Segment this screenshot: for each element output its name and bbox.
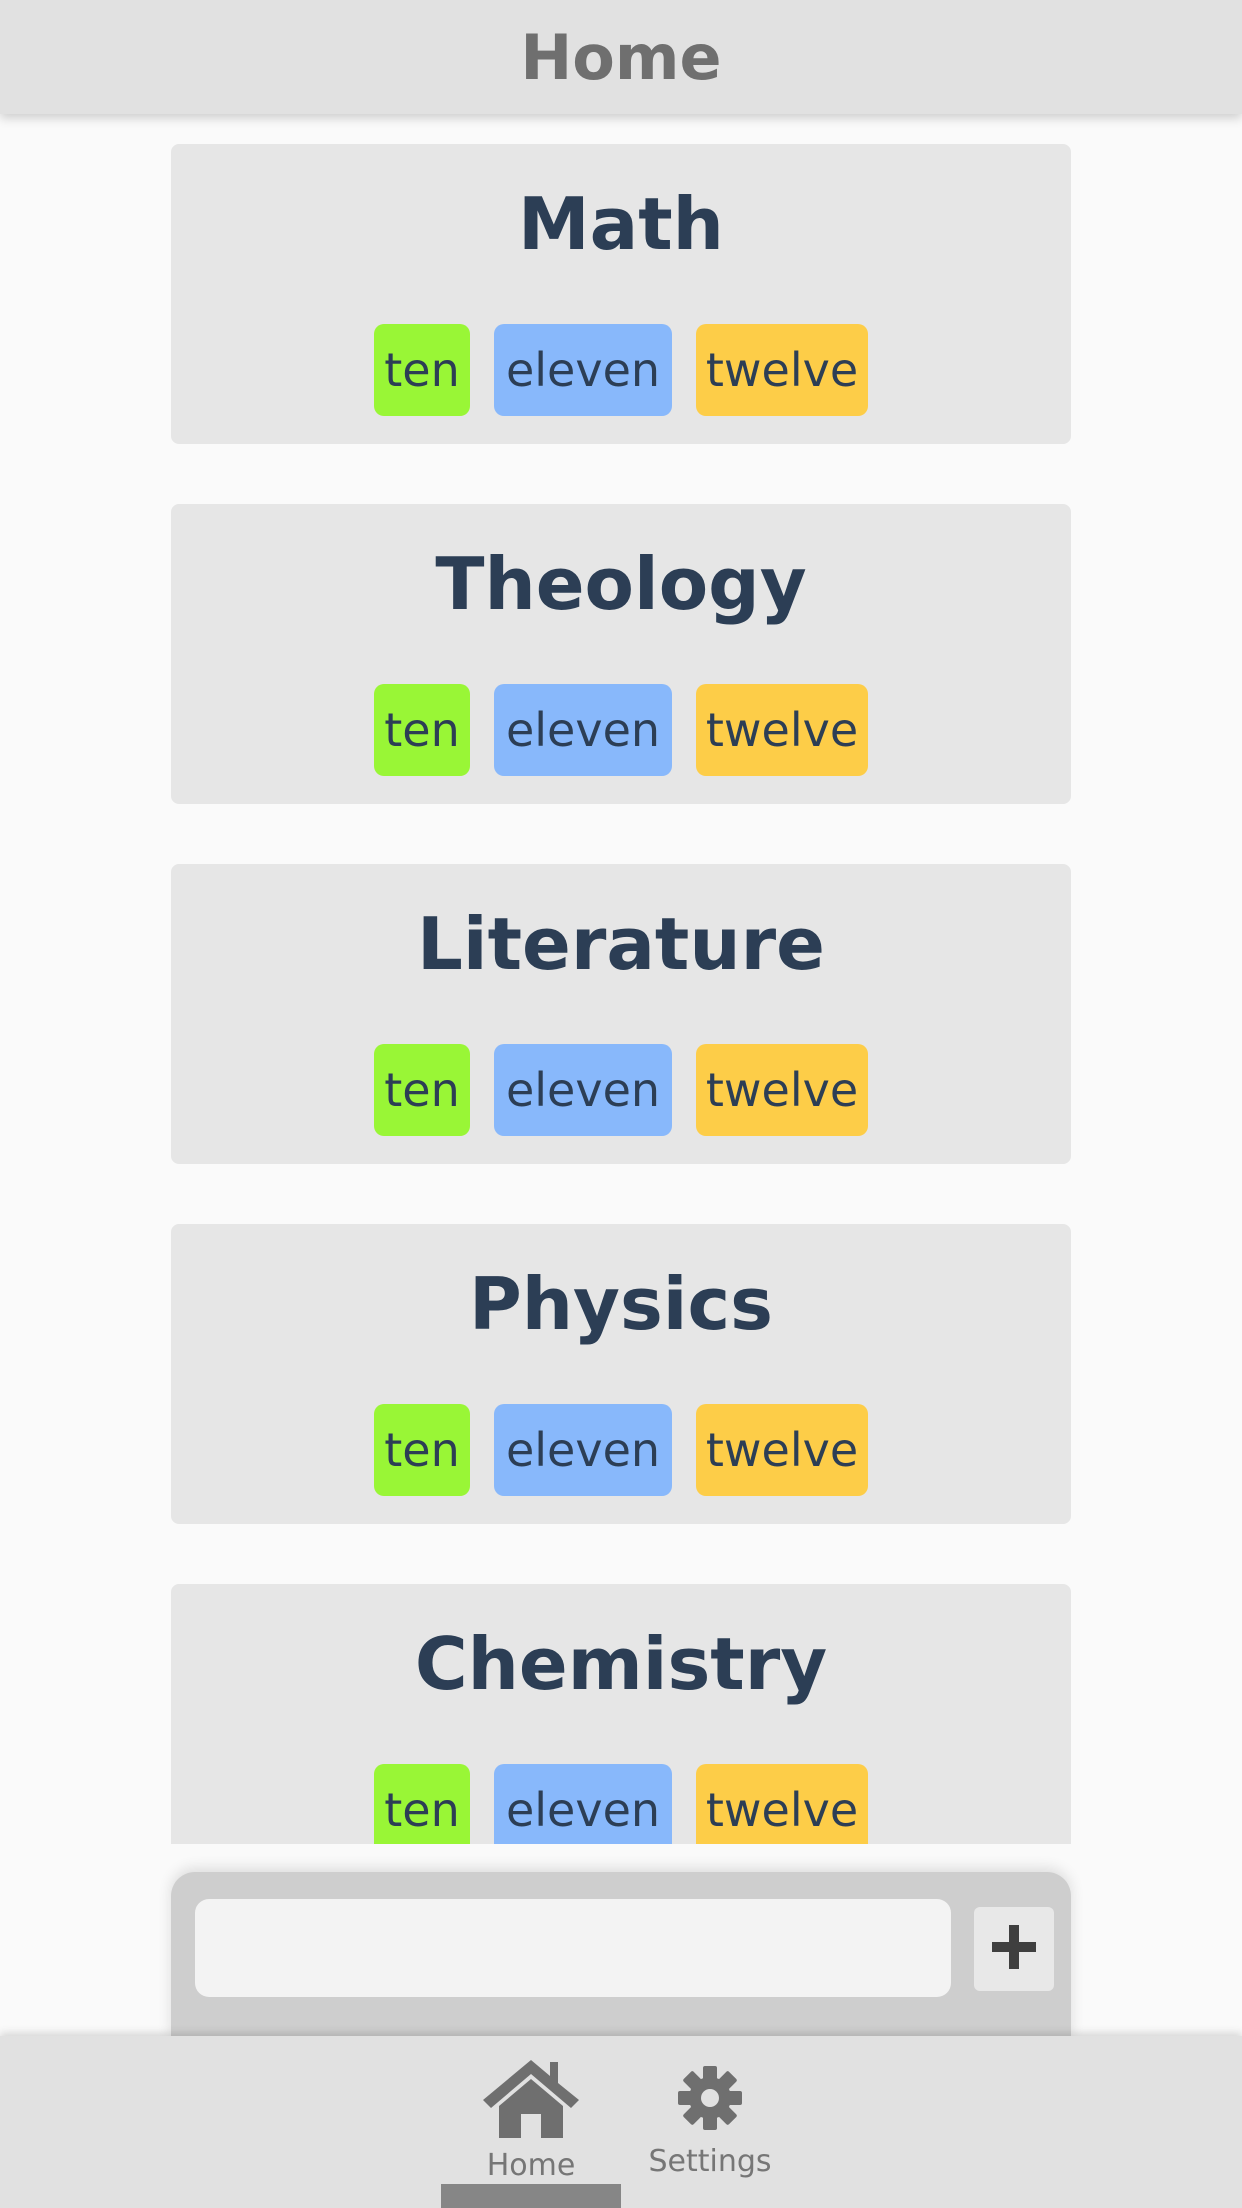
subject-title: Theology: [435, 542, 807, 626]
grade-tag-eleven[interactable]: eleven: [494, 324, 672, 416]
gear-icon: [677, 2056, 743, 2140]
grade-tags: ten eleven twelve: [171, 1764, 1071, 1844]
subject-card-physics[interactable]: Physics ten eleven twelve: [171, 1224, 1071, 1524]
nav-item-home[interactable]: Home: [481, 2056, 581, 2183]
add-subject-panel: [171, 1872, 1071, 2042]
home-icon: [481, 2056, 581, 2144]
grade-tag-ten[interactable]: ten: [374, 1404, 470, 1496]
subject-card-theology[interactable]: Theology ten eleven twelve: [171, 504, 1071, 804]
plus-icon: [989, 1922, 1039, 1976]
grade-tag-twelve[interactable]: twelve: [696, 1404, 868, 1496]
nav-label-settings: Settings: [648, 2144, 772, 2179]
grade-tag-ten[interactable]: ten: [374, 684, 470, 776]
grade-tag-ten[interactable]: ten: [374, 1044, 470, 1136]
grade-tag-eleven[interactable]: eleven: [494, 684, 672, 776]
page-title: Home: [520, 20, 722, 94]
app-header: Home: [0, 0, 1242, 114]
grade-tags: ten eleven twelve: [171, 1404, 1071, 1496]
bottom-navigation: Home Settings: [0, 2036, 1242, 2208]
grade-tag-twelve[interactable]: twelve: [696, 684, 868, 776]
subject-title: Chemistry: [414, 1622, 828, 1706]
grade-tag-eleven[interactable]: eleven: [494, 1764, 672, 1844]
subject-title: Math: [518, 182, 724, 266]
nav-label-home: Home: [486, 2148, 576, 2183]
grade-tags: ten eleven twelve: [171, 1044, 1071, 1136]
new-subject-input[interactable]: [195, 1899, 951, 1997]
grade-tag-ten[interactable]: ten: [374, 324, 470, 416]
nav-item-settings[interactable]: Settings: [645, 2056, 775, 2179]
grade-tags: ten eleven twelve: [171, 324, 1071, 416]
grade-tag-twelve[interactable]: twelve: [696, 1044, 868, 1136]
subject-card-chemistry[interactable]: Chemistry ten eleven twelve: [171, 1584, 1071, 1844]
grade-tag-twelve[interactable]: twelve: [696, 1764, 868, 1844]
grade-tag-twelve[interactable]: twelve: [696, 324, 868, 416]
active-tab-indicator: [441, 2184, 621, 2208]
grade-tag-ten[interactable]: ten: [374, 1764, 470, 1844]
subject-list[interactable]: Math ten eleven twelve Theology ten elev…: [0, 114, 1242, 1844]
subject-card-math[interactable]: Math ten eleven twelve: [171, 144, 1071, 444]
subject-title: Physics: [468, 1262, 774, 1346]
grade-tag-eleven[interactable]: eleven: [494, 1404, 672, 1496]
subject-title: Literature: [417, 902, 825, 986]
grade-tag-eleven[interactable]: eleven: [494, 1044, 672, 1136]
grade-tags: ten eleven twelve: [171, 684, 1071, 776]
subject-card-literature[interactable]: Literature ten eleven twelve: [171, 864, 1071, 1164]
add-button[interactable]: [974, 1907, 1054, 1991]
